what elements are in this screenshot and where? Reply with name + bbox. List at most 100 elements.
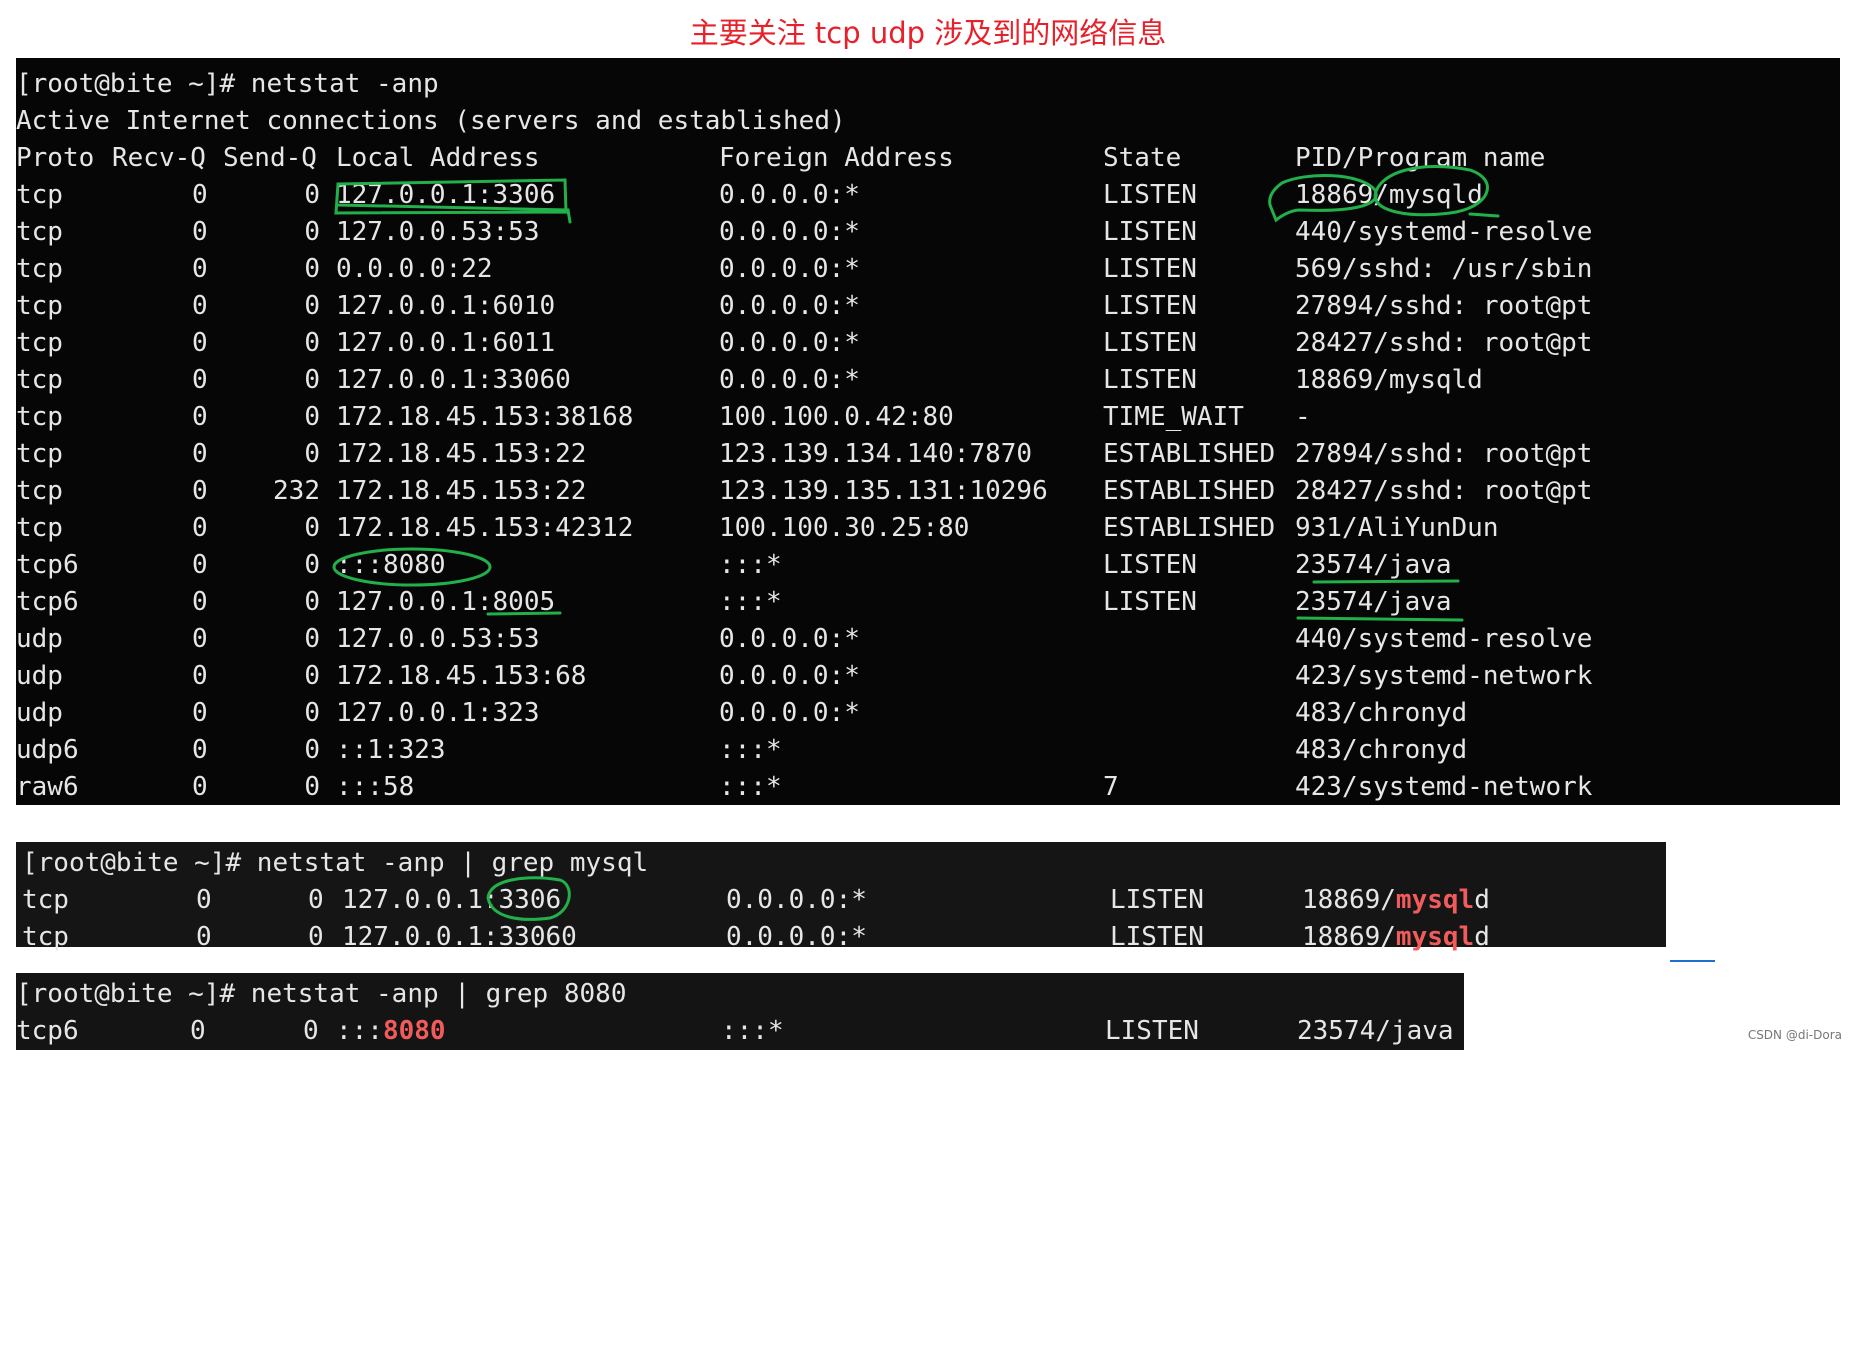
table-row: tcp 0 0 127.0.0.1:3306 0.0.0.0:* LISTEN 18869/…: [16, 882, 1666, 919]
cell-sendq: 0: [304, 550, 320, 580]
table-row: tcp6 0 0:::8080:::* LISTEN 23574/java: [16, 547, 1840, 584]
cell-state: LISTEN: [1110, 885, 1204, 915]
cell-proto: tcp: [16, 513, 63, 543]
cell-local-address: 0.0.0.0:22: [336, 254, 493, 284]
cell-local-address: 127.0.0.1:6011: [336, 328, 556, 358]
cell-sendq: 0: [304, 735, 320, 765]
cell-foreign-address: 0.0.0.0:*: [719, 291, 860, 321]
cell-state: LISTEN: [1105, 1016, 1199, 1046]
cell-foreign-address: 0.0.0.0:*: [719, 254, 860, 284]
header-state: State: [1103, 143, 1182, 173]
cell-state: TIME_WAIT: [1103, 402, 1244, 432]
table-row: udp6 0 0::1:323:::* 483/chronyd: [16, 732, 1840, 769]
cell-recvq: 0: [192, 513, 208, 543]
cell-recvq: 0: [192, 476, 208, 506]
cell-proto: udp: [16, 661, 63, 691]
cell-recvq: 0: [192, 254, 208, 284]
cell-recvq: 0: [192, 439, 208, 469]
cell-sendq: 0: [304, 402, 320, 432]
terminal-netstat-anp: [root@bite ~]# netstat -anp Active Inter…: [16, 58, 1840, 805]
cell-foreign-address: 123.139.135.131:10296: [719, 476, 1048, 506]
cell-sendq: 0: [304, 180, 320, 210]
cell-proto: tcp: [16, 476, 63, 506]
table-row: tcp 0 0 172.18.45.153:42312 100.100.30.25:80…: [16, 510, 1840, 547]
cell-state: LISTEN: [1103, 587, 1197, 617]
cell-sendq: 0: [303, 1016, 319, 1046]
table-row: udp 0 0 127.0.0.1:323 0.0.0.0:* 483/chronyd: [16, 695, 1840, 732]
table-row: tcp 0 232 172.18.45.153:22 123.139.135.131:1…: [16, 473, 1840, 510]
cell-proto: tcp: [16, 365, 63, 395]
table-row: tcp 0 0 127.0.0.1:6010 0.0.0.0:* LISTEN 27894/…: [16, 288, 1840, 325]
cell-foreign-address: 0.0.0.0:*: [726, 885, 867, 915]
cell-sendq: 0: [304, 217, 320, 247]
pid-part: d: [1474, 922, 1490, 952]
cell-sendq: 0: [304, 624, 320, 654]
cell-proto: udp6: [16, 735, 79, 765]
local-prefix: :::: [336, 1016, 383, 1046]
pid-part: d: [1474, 885, 1490, 915]
cell-state: 7: [1103, 772, 1119, 802]
cell-foreign-address: :::*: [719, 550, 782, 580]
cell-local-address: 127.0.0.53:53: [336, 624, 540, 654]
cell-pid-program: 483/chronyd: [1295, 735, 1468, 765]
cell-foreign-address: 0.0.0.0:*: [719, 180, 860, 210]
cell-state: ESTABLISHED: [1103, 476, 1276, 506]
cell-state: ESTABLISHED: [1103, 439, 1276, 469]
cell-local-address: 127.0.0.1:3306: [342, 885, 562, 915]
cell-state: ESTABLISHED: [1103, 513, 1276, 543]
watermark: CSDN @di-Dora: [1747, 1028, 1842, 1042]
cell-state: LISTEN: [1103, 217, 1197, 247]
cell-foreign-address: :::*: [719, 735, 782, 765]
cell-recvq: 0: [192, 291, 208, 321]
table-row: tcp 0 0 127.0.0.1:33060 0.0.0.0:* LISTEN 18869…: [16, 362, 1840, 399]
header-foreign-address: Foreign Address: [719, 143, 954, 173]
cell-state: LISTEN: [1110, 922, 1204, 952]
cell-proto: tcp: [16, 439, 63, 469]
cell-proto: raw6: [16, 772, 79, 802]
cell-sendq: 0: [304, 587, 320, 617]
output-subtitle: Active Internet connections (servers and…: [16, 106, 846, 136]
cell-state: LISTEN: [1103, 328, 1197, 358]
cell-pid-program: 28427/sshd: root@pt: [1295, 476, 1593, 506]
cell-pid-program: 28427/sshd: root@pt: [1295, 328, 1593, 358]
cell-sendq: 0: [304, 291, 320, 321]
cell-local-address: 172.18.45.153:42312: [336, 513, 634, 543]
cell-local-address: :::8080: [336, 550, 446, 580]
table-header: Proto Recv-Q Send-Q Local Address Foreig…: [16, 140, 1840, 177]
cell-pid-program: 18869/mysqld: [1302, 882, 1490, 919]
decoration-line: [1670, 960, 1715, 962]
cell-pid-program: -: [1295, 402, 1311, 432]
cell-recvq: 0: [192, 587, 208, 617]
cell-sendq: 0: [304, 513, 320, 543]
cell-local-address: 127.0.0.1:8005: [336, 587, 556, 617]
cell-local-address: 127.0.0.1:3306: [336, 180, 556, 210]
cell-proto: udp: [16, 698, 63, 728]
cell-proto: tcp: [16, 180, 63, 210]
cell-local-address: 172.18.45.153:22: [336, 476, 587, 506]
cell-foreign-address: 0.0.0.0:*: [719, 698, 860, 728]
pid-part: 18869/: [1302, 922, 1396, 952]
cell-local-address: 127.0.0.1:323: [336, 698, 540, 728]
terminal-grep-8080: [root@bite ~]# netstat -anp | grep 8080 …: [16, 973, 1464, 1050]
cell-recvq: 0: [192, 402, 208, 432]
cell-pid-program: 440/systemd-resolve: [1295, 624, 1593, 654]
cell-sendq: 0: [308, 922, 324, 952]
header-proto: Proto: [16, 143, 95, 173]
cell-pid-program: 440/systemd-resolve: [1295, 217, 1593, 247]
cell-recvq: 0: [192, 698, 208, 728]
cell-recvq: 0: [192, 180, 208, 210]
grep-match: 8080: [382, 1016, 446, 1046]
grep-match: mysql: [1395, 922, 1475, 952]
cell-foreign-address: 0.0.0.0:*: [726, 922, 867, 952]
cell-state: LISTEN: [1103, 254, 1197, 284]
grep-match: mysql: [1395, 885, 1475, 915]
cell-foreign-address: 100.100.30.25:80: [719, 513, 970, 543]
cell-recvq: 0: [196, 922, 212, 952]
cell-foreign-address: 0.0.0.0:*: [719, 328, 860, 358]
header-recvq: Recv-Q: [112, 143, 206, 173]
command-prompt: [root@bite ~]# netstat -anp | grep 8080: [16, 979, 627, 1009]
cell-proto: tcp6: [16, 550, 79, 580]
cell-local-address: 172.18.45.153:68: [336, 661, 587, 691]
cell-recvq: 0: [196, 885, 212, 915]
pid-part: 18869/: [1302, 885, 1396, 915]
